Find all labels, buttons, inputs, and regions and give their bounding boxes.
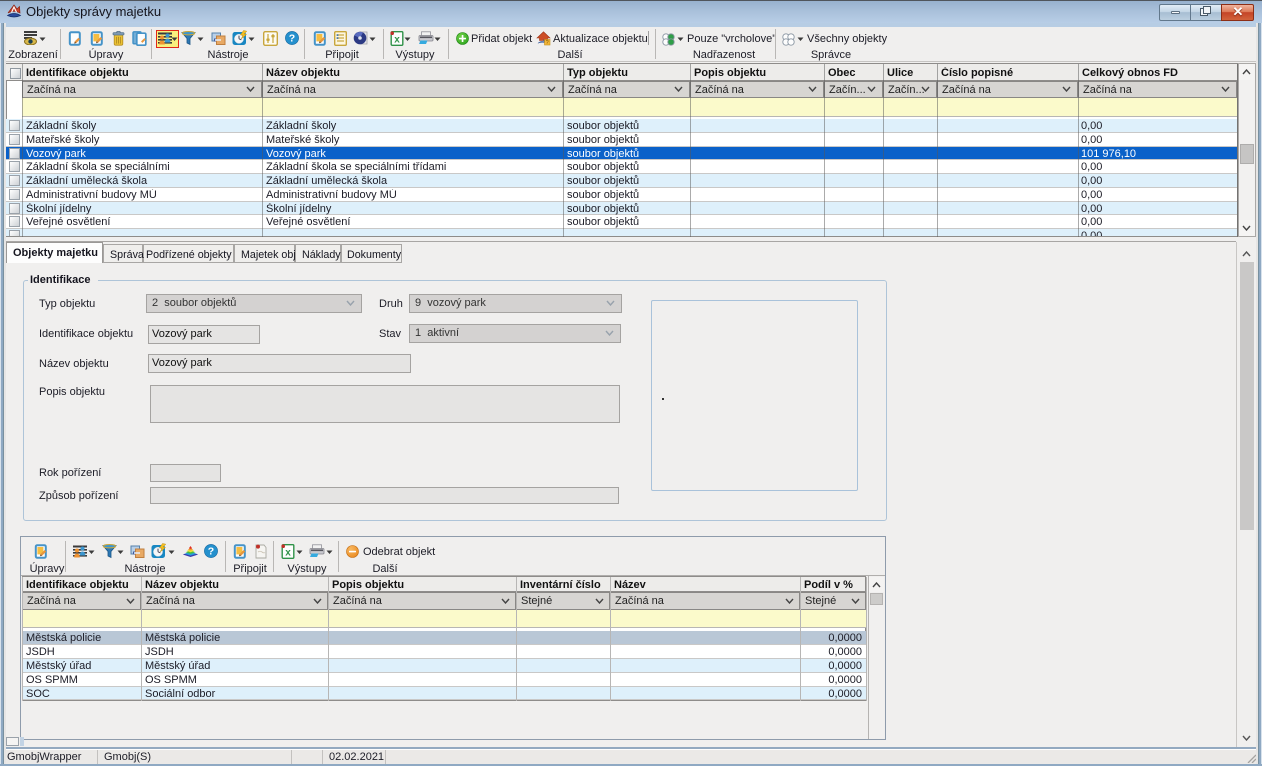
- svg-text:?: ?: [208, 546, 214, 558]
- svg-text:?: ?: [546, 40, 549, 46]
- svg-text:x: x: [285, 548, 291, 559]
- svg-text:?: ?: [289, 33, 295, 45]
- svg-text:x: x: [394, 35, 400, 46]
